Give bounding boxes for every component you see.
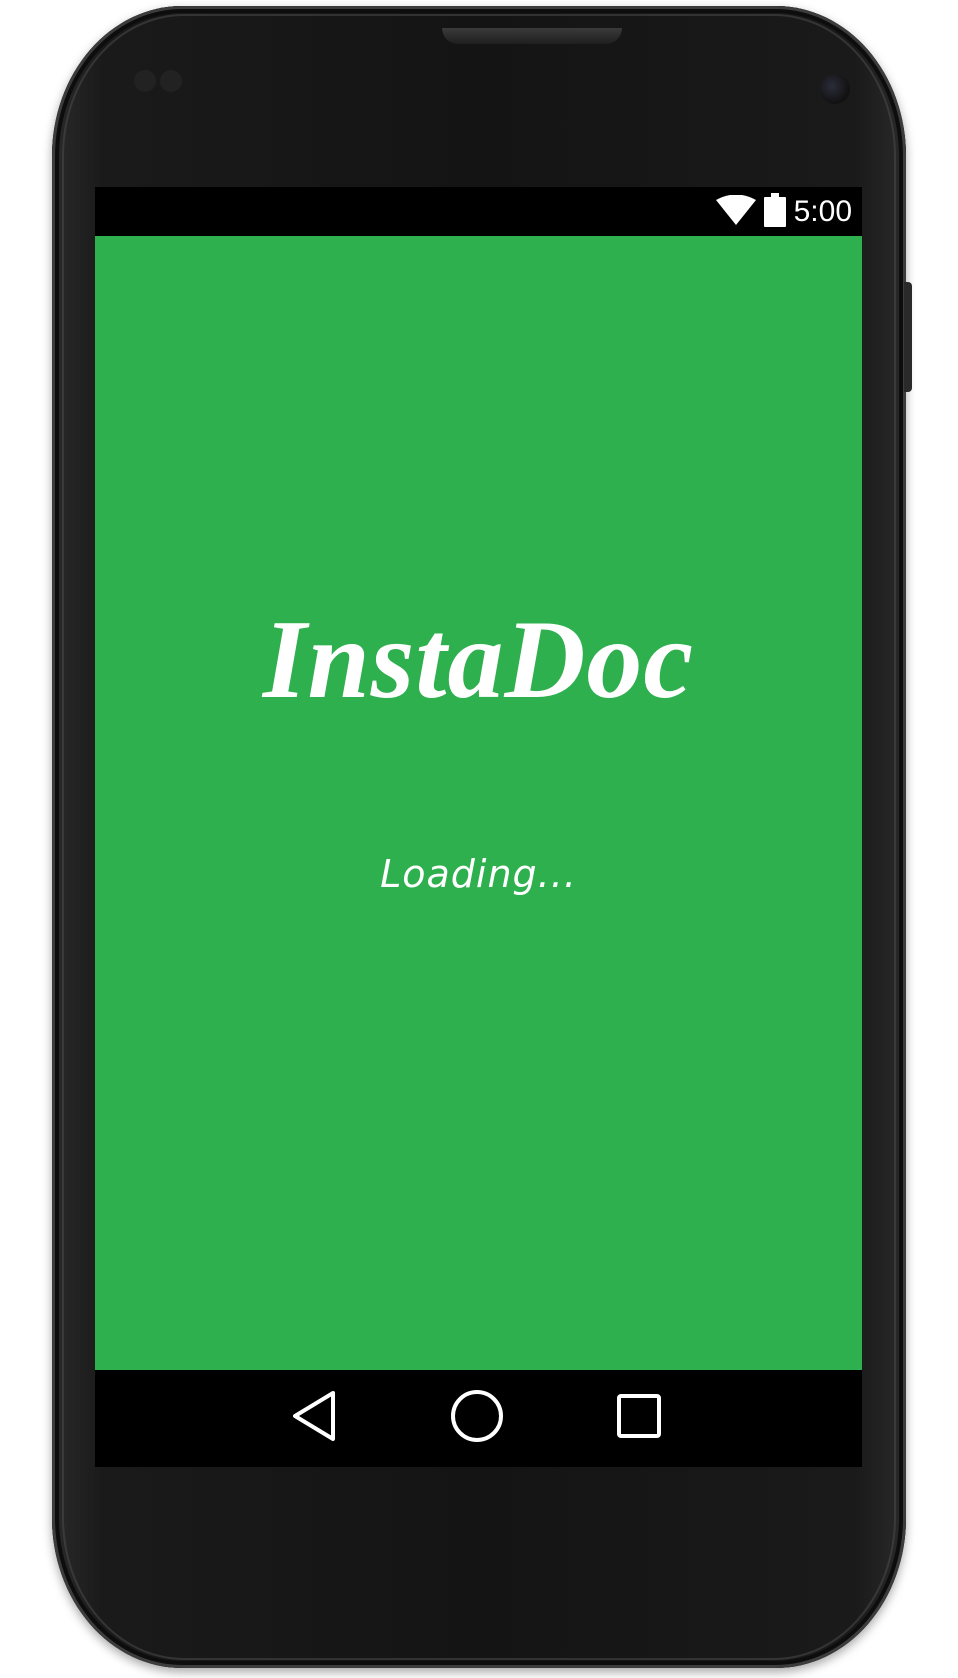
battery-icon xyxy=(763,192,786,232)
front-camera xyxy=(820,74,850,104)
loading-text: Loading... xyxy=(380,852,577,896)
power-button[interactable] xyxy=(904,282,912,392)
light-sensor xyxy=(160,70,182,92)
earpiece-speaker xyxy=(442,28,622,44)
status-bar: 5:00 xyxy=(95,187,862,236)
back-triangle-icon xyxy=(291,1390,337,1447)
back-button[interactable] xyxy=(284,1388,344,1448)
device-screen: 5:00 InstaDoc Loading... xyxy=(95,187,862,1467)
recents-button[interactable] xyxy=(609,1388,669,1448)
proximity-sensor xyxy=(134,70,156,92)
recents-square-icon xyxy=(616,1393,662,1444)
home-circle-icon xyxy=(450,1389,504,1448)
status-icons: 5:00 xyxy=(715,192,852,232)
status-time: 5:00 xyxy=(793,195,852,228)
navigation-bar xyxy=(95,1370,862,1467)
wifi-icon xyxy=(715,194,756,230)
app-title: InstaDoc xyxy=(262,598,695,722)
home-button[interactable] xyxy=(447,1388,507,1448)
splash-screen: InstaDoc Loading... xyxy=(95,236,862,1370)
